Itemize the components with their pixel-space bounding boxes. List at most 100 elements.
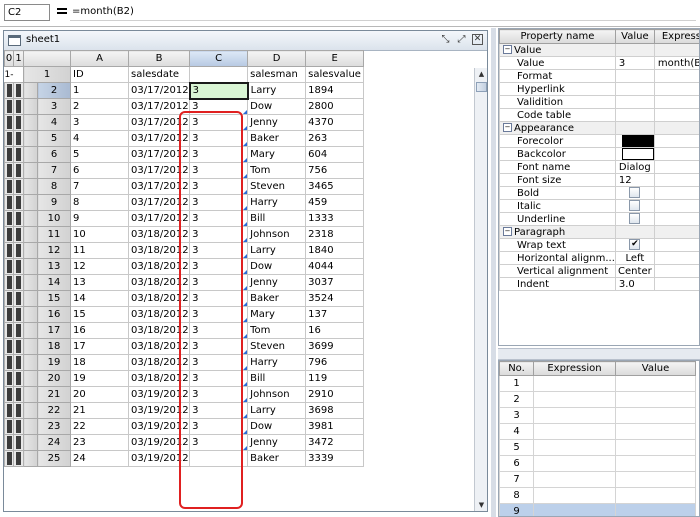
cell-b[interactable]: 03/19/2012 [127, 386, 191, 403]
property-row[interactable]: Horizontal alignm... Left [499, 251, 699, 265]
row-header[interactable]: 9 [37, 194, 71, 211]
row-outline-cell[interactable] [23, 418, 38, 435]
cell-c[interactable]: 3 [189, 178, 249, 195]
group-level-indicator[interactable] [13, 210, 24, 227]
cell-d[interactable]: Larry [247, 82, 307, 99]
group-level-indicator[interactable] [13, 98, 24, 115]
cell-d[interactable]: Jenny [247, 434, 307, 451]
cell-e[interactable]: 2800 [305, 98, 365, 115]
property-expression[interactable] [653, 69, 699, 83]
cell-a[interactable]: 5 [70, 146, 129, 163]
row-header[interactable]: 13 [37, 258, 71, 275]
row-header[interactable]: 7 [37, 162, 71, 179]
cell-c[interactable]: 3 [189, 226, 249, 243]
cell-b[interactable]: 03/17/2012 [127, 130, 191, 147]
cell-d[interactable]: Dow [247, 418, 307, 435]
group-level-indicator[interactable] [4, 82, 14, 99]
cell-b[interactable]: 03/17/2012 [127, 210, 191, 227]
row-header[interactable]: 17 [37, 322, 71, 339]
row-outline-cell[interactable] [23, 146, 38, 163]
cell-c[interactable]: 3 [189, 338, 249, 355]
property-expression[interactable]: month(B... [653, 56, 699, 70]
collapse-icon[interactable]: − [503, 123, 512, 132]
group-level-indicator[interactable] [4, 354, 14, 371]
cell-reference-box[interactable]: C2 [4, 4, 50, 21]
cell-e[interactable]: 604 [305, 146, 365, 163]
property-value[interactable]: ✔ [614, 238, 655, 252]
corner-cell[interactable] [23, 50, 71, 67]
cell-a[interactable]: 7 [70, 178, 129, 195]
row-outline-cell[interactable] [23, 370, 38, 387]
cell-e[interactable]: 3524 [305, 290, 365, 307]
vertical-scrollbar[interactable]: ▲ ▼ [474, 68, 487, 511]
cell-e[interactable]: 459 [305, 194, 365, 211]
group-level-indicator[interactable] [13, 130, 24, 147]
property-value[interactable] [614, 95, 655, 109]
cell-e[interactable]: 3339 [305, 450, 365, 467]
group-paragraph[interactable]: − Paragraph [499, 225, 699, 239]
cell-d[interactable]: Harry [247, 194, 307, 211]
cell-b[interactable]: 03/18/2012 [127, 274, 191, 291]
property-row[interactable]: Vertical alignment Center [499, 264, 699, 278]
column-header-e[interactable]: E [305, 50, 365, 67]
property-expression[interactable] [653, 134, 699, 148]
cell-a[interactable]: 13 [70, 274, 129, 291]
cell-b[interactable]: 03/18/2012 [127, 306, 191, 323]
group-level-indicator[interactable] [13, 242, 24, 259]
cell-e[interactable]: 2910 [305, 386, 365, 403]
cell-d[interactable]: Bill [247, 370, 307, 387]
property-value[interactable]: Dialog [614, 160, 655, 174]
cell-b[interactable]: 03/19/2012 [127, 434, 191, 451]
expression-row[interactable]: 1 [499, 375, 696, 392]
scroll-down-icon[interactable]: ▼ [475, 499, 487, 511]
cell-d[interactable]: Baker [247, 290, 307, 307]
cell-c[interactable]: 3 [189, 242, 249, 259]
cell-e[interactable]: 263 [305, 130, 365, 147]
cell-a[interactable]: 22 [70, 418, 129, 435]
expr-expression[interactable] [533, 503, 616, 516]
cell-d1[interactable]: salesman [247, 66, 307, 83]
expression-row[interactable]: 3 [499, 407, 696, 424]
row-outline-cell[interactable] [23, 226, 38, 243]
property-value[interactable] [614, 108, 655, 122]
cell-b[interactable]: 03/17/2012 [127, 194, 191, 211]
group-level-indicator[interactable] [4, 226, 14, 243]
cell-c[interactable]: 3 [189, 386, 249, 403]
forecolor-swatch[interactable] [621, 135, 654, 147]
row-header[interactable]: 19 [37, 354, 71, 371]
expr-expression[interactable] [533, 391, 616, 408]
cell-b[interactable]: 03/19/2012 [127, 418, 191, 435]
cell-b[interactable]: 03/19/2012 [127, 402, 191, 419]
cell-a1[interactable]: ID [70, 66, 129, 83]
cell-e[interactable]: 3699 [305, 338, 365, 355]
formula-input[interactable]: =month(B2) [70, 4, 696, 21]
cell-c[interactable]: 3 [189, 258, 249, 275]
property-expression[interactable] [653, 277, 699, 291]
cell-d[interactable]: Larry [247, 402, 307, 419]
cell-d[interactable]: Dow [247, 258, 307, 275]
property-row[interactable]: Validition [499, 95, 699, 109]
cell-c[interactable]: 3 [189, 194, 249, 211]
row-outline-cell[interactable] [23, 98, 38, 115]
row-header[interactable]: 23 [37, 418, 71, 435]
row-header-1[interactable]: 1 [23, 66, 71, 83]
column-header-b[interactable]: B [127, 50, 191, 67]
group-level-indicator[interactable] [13, 338, 24, 355]
property-value[interactable] [614, 82, 655, 96]
group-level-indicator[interactable] [4, 322, 14, 339]
expr-expression[interactable] [533, 455, 616, 472]
cell-c[interactable]: 3 [189, 274, 249, 291]
group-level-indicator[interactable] [13, 194, 24, 211]
cell-d[interactable]: Harry [247, 354, 307, 371]
property-value[interactable]: 3.0 [614, 277, 655, 291]
row-outline-cell[interactable] [23, 386, 38, 403]
cell-a[interactable]: 3 [70, 114, 129, 131]
cell-d[interactable]: Baker [247, 450, 307, 467]
group-level-indicator[interactable] [13, 178, 24, 195]
group-value[interactable]: − Value [499, 43, 699, 57]
row-header[interactable]: 3 [37, 98, 71, 115]
property-expression[interactable] [653, 186, 699, 200]
cell-e[interactable]: 796 [305, 354, 365, 371]
scroll-up-icon[interactable]: ▲ [475, 68, 487, 80]
group-level-indicator[interactable] [4, 290, 14, 307]
